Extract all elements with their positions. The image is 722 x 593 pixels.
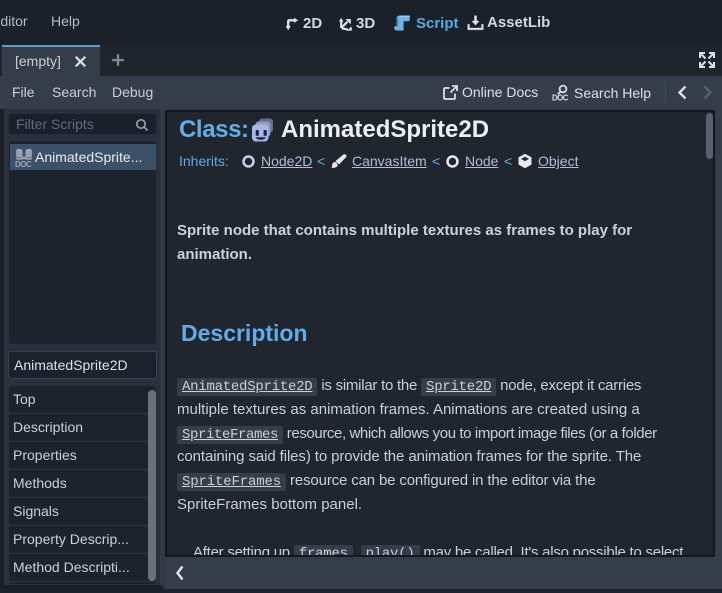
svg-text:DOC: DOC <box>15 160 32 167</box>
svg-text:DOC: DOC <box>552 94 569 102</box>
